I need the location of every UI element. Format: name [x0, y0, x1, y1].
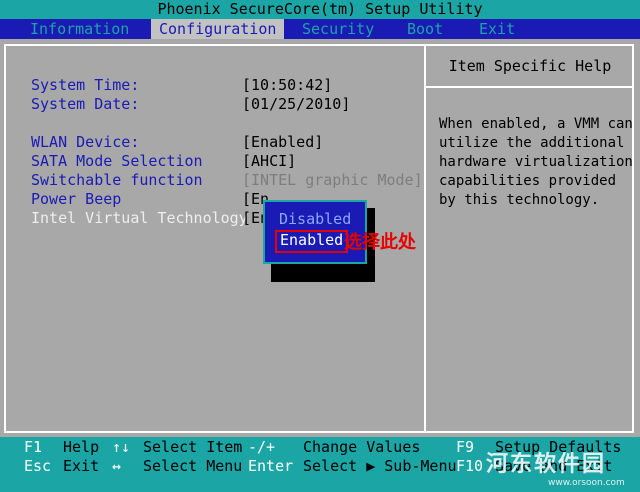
help-title: Item Specific Help: [448, 57, 612, 75]
help-line: by this technology.: [439, 192, 600, 208]
power-beep-label[interactable]: Power Beep: [31, 190, 121, 209]
option-disabled[interactable]: Disabled: [279, 210, 351, 229]
wlan-device-value[interactable]: [Enabled]: [242, 133, 323, 152]
key-enter: Enter: [248, 457, 294, 475]
menu-boot[interactable]: Boot: [399, 19, 451, 39]
menu-security[interactable]: Security: [294, 19, 382, 39]
system-time-value[interactable]: [10:50:42]: [242, 76, 332, 95]
annotation-label: 选择此处: [344, 232, 416, 253]
menu-information[interactable]: Information: [22, 19, 137, 39]
menu-bar: Information Configuration Security Boot …: [0, 19, 640, 39]
wlan-device-label[interactable]: WLAN Device:: [31, 133, 139, 152]
help-line: hardware virtualization: [439, 154, 633, 170]
key-plusminus: -/+: [248, 438, 276, 456]
key-f1-desc: Help: [63, 438, 100, 456]
sata-mode-value[interactable]: [AHCI]: [242, 152, 296, 171]
option-enabled[interactable]: Enabled: [275, 230, 349, 253]
sata-mode-label[interactable]: SATA Mode Selection: [31, 152, 203, 171]
key-leftright: ↔: [112, 457, 122, 475]
key-f10: F10: [456, 457, 484, 475]
switchable-function-value: [INTEL graphic Mode]: [242, 171, 423, 189]
key-updown: ↑↓: [112, 438, 131, 456]
help-divider: [426, 86, 634, 88]
intel-vt-label[interactable]: Intel Virtual Technology: [31, 209, 248, 228]
key-plusminus-desc: Change Values: [303, 438, 421, 456]
panel-divider: [424, 44, 426, 433]
system-time-label[interactable]: System Time:: [31, 76, 139, 95]
key-enter-desc: Select ▶ Sub-Menu: [303, 457, 457, 475]
menu-configuration[interactable]: Configuration: [151, 19, 285, 39]
key-leftright-desc: Select Menu: [143, 457, 243, 475]
menu-exit[interactable]: Exit: [471, 19, 523, 39]
help-line: When enabled, a VMM can: [439, 116, 633, 132]
help-text: When enabled, a VMM can utilize the addi…: [439, 115, 633, 210]
system-date-label[interactable]: System Date:: [31, 95, 139, 114]
watermark-url: www.orsoon.com: [548, 478, 625, 488]
key-esc: Esc: [24, 457, 52, 475]
switchable-function-label[interactable]: Switchable function: [31, 171, 203, 190]
help-line: utilize the additional: [439, 135, 625, 151]
system-date-value[interactable]: [01/25/2010]: [242, 95, 350, 114]
key-esc-desc: Exit: [63, 457, 100, 475]
window-title: Phoenix SecureCore(tm) Setup Utility: [0, 0, 640, 19]
key-f1: F1: [24, 438, 43, 456]
help-line: capabilities provided: [439, 173, 617, 189]
watermark: 河东软件园: [486, 452, 607, 477]
key-updown-desc: Select Item: [143, 438, 243, 456]
key-f9: F9: [456, 438, 475, 456]
